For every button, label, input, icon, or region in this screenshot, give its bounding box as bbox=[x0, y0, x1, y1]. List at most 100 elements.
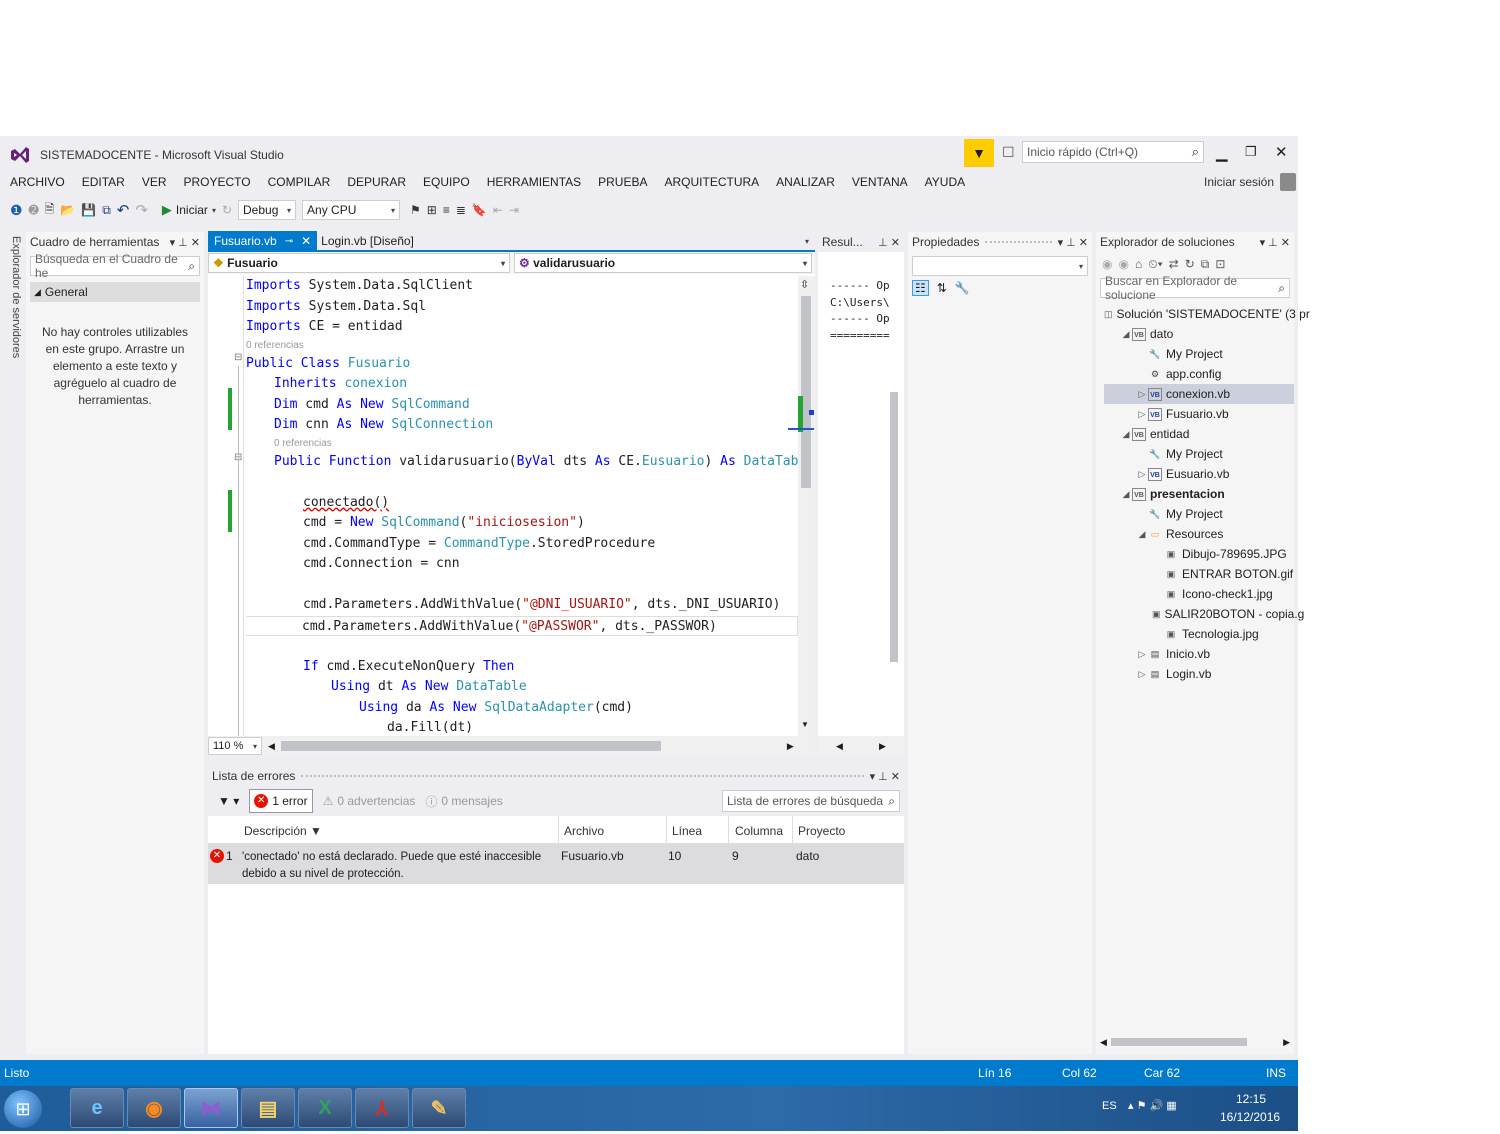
tab-login-design[interactable]: Login.vb [Diseño] bbox=[317, 231, 418, 251]
property-pages-icon[interactable]: 🔧 bbox=[955, 281, 970, 295]
tree-item[interactable]: ▷ VB Fusuario.vb bbox=[1104, 404, 1294, 424]
menu-editar[interactable]: EDITAR bbox=[82, 175, 125, 189]
expand-icon[interactable]: ▷ bbox=[1136, 649, 1148, 660]
config-dropdown[interactable]: Debug ▾ bbox=[238, 200, 297, 220]
server-explorer-tab[interactable]: Explorador de servidores bbox=[0, 232, 22, 372]
tree-item[interactable]: ▷ ▤ Inicio.vb bbox=[1104, 644, 1294, 664]
tree-item[interactable]: 🔧 My Project bbox=[1104, 504, 1294, 524]
language-indicator[interactable]: ES bbox=[1102, 1100, 1117, 1112]
tree-item[interactable]: 🔧 My Project bbox=[1104, 344, 1294, 364]
firefox-icon[interactable]: ◉ bbox=[127, 1088, 181, 1128]
toolbox-pin-close-icon[interactable]: ▾ ⊥ ✕ bbox=[170, 236, 200, 249]
menu-analizar[interactable]: ANALIZAR bbox=[776, 175, 835, 189]
comment-icon[interactable]: ≡ bbox=[443, 203, 450, 217]
expand-icon[interactable]: ▷ bbox=[1136, 669, 1148, 680]
close-button[interactable]: ✕ bbox=[1275, 143, 1288, 161]
visual-studio-taskbar-icon[interactable]: ⋈ bbox=[184, 1088, 238, 1128]
references-hint[interactable]: 0 referencias bbox=[246, 338, 798, 354]
scroll-thumb[interactable] bbox=[801, 296, 811, 488]
output-pin-close-icon[interactable]: ⊥ ✕ bbox=[878, 236, 900, 249]
alphabetical-icon[interactable]: ⇅ bbox=[937, 281, 947, 295]
output-hscroll[interactable]: ◀ ▶ bbox=[818, 736, 904, 756]
se-pin-close-icon[interactable]: ▾ ⊥ ✕ bbox=[1260, 236, 1290, 249]
platform-dropdown[interactable]: Any CPU ▾ bbox=[302, 200, 401, 220]
tree-item[interactable]: ▷ VB conexion.vb bbox=[1104, 384, 1294, 404]
menu-depurar[interactable]: DEPURAR bbox=[347, 175, 406, 189]
internet-explorer-icon[interactable]: e bbox=[70, 1088, 124, 1128]
next-bookmark-icon[interactable]: ⇥ bbox=[509, 203, 519, 217]
expand-icon[interactable]: ◢ bbox=[1136, 529, 1148, 540]
tab-overflow-icon[interactable]: ▾ bbox=[805, 237, 809, 246]
menu-prueba[interactable]: PRUEBA bbox=[598, 175, 647, 189]
se-hscroll[interactable]: ◀ ▶ bbox=[1100, 1034, 1290, 1050]
expand-icon[interactable]: ◢ bbox=[1120, 429, 1132, 440]
close-tab-icon[interactable]: ✕ bbox=[301, 234, 311, 248]
menu-ayuda[interactable]: AYUDA bbox=[925, 175, 965, 189]
filter-icon[interactable]: ▼ ▾ bbox=[218, 794, 239, 808]
sign-in[interactable]: Iniciar sesión bbox=[1204, 173, 1297, 191]
tree-item[interactable]: ◢ VB presentacion bbox=[1104, 484, 1294, 504]
pending-changes-icon[interactable]: ⏲▾ bbox=[1148, 257, 1162, 272]
start-button[interactable]: ▶ Iniciar ▾ bbox=[162, 202, 216, 218]
solution-search-input[interactable]: Buscar en Explorador de solucione ⌕ bbox=[1100, 274, 1290, 302]
paint-icon[interactable]: ✎ bbox=[412, 1088, 466, 1128]
tray-icons[interactable]: ▴ ⚑ 🔊 ▦ bbox=[1128, 1099, 1177, 1112]
clock-time[interactable]: 12:15 bbox=[1236, 1092, 1266, 1106]
menu-ventana[interactable]: VENTANA bbox=[852, 175, 908, 189]
error-list-pin-close-icon[interactable]: ▾ ⊥ ✕ bbox=[870, 770, 900, 783]
sync-icon[interactable]: ⇄ bbox=[1169, 257, 1179, 271]
collapse-class-icon[interactable]: ⊟ bbox=[234, 352, 242, 363]
menu-compilar[interactable]: COMPILAR bbox=[268, 175, 331, 189]
tree-item[interactable]: ◢ VB entidad bbox=[1104, 424, 1294, 444]
properties-object-dropdown[interactable]: ▾ bbox=[912, 256, 1088, 276]
tree-item[interactable]: ▷ ▤ Login.vb bbox=[1104, 664, 1294, 684]
split-icon[interactable]: ⇳ bbox=[800, 278, 809, 291]
redo-icon[interactable]: ↷ bbox=[135, 201, 148, 219]
back-icon[interactable]: ❶ bbox=[10, 202, 23, 219]
forward-icon[interactable]: ➋ bbox=[29, 203, 39, 217]
clock-date[interactable]: 16/12/2016 bbox=[1220, 1110, 1280, 1124]
member-dropdown[interactable]: ⚙ validarusuario ▾ bbox=[514, 253, 812, 273]
undo-icon[interactable]: ↶ bbox=[117, 201, 130, 219]
error-row[interactable]: ✕ 1 'conectado' no está declarado. Puede… bbox=[208, 844, 904, 884]
menu-ver[interactable]: VER bbox=[142, 175, 167, 189]
column-header-file[interactable]: Archivo bbox=[564, 824, 604, 838]
expand-icon[interactable]: ▷ bbox=[1136, 469, 1148, 480]
notification-icon[interactable]: ▼ bbox=[964, 139, 994, 167]
scroll-down-icon[interactable]: ▼ bbox=[801, 720, 809, 729]
menu-proyecto[interactable]: PROYECTO bbox=[184, 175, 251, 189]
expand-icon[interactable]: ◢ bbox=[1120, 329, 1132, 340]
column-header-line[interactable]: Línea bbox=[672, 824, 702, 838]
feedback-icon[interactable]: ☐ bbox=[1002, 144, 1015, 161]
tree-item[interactable]: ◫ Solución 'SISTEMADOCENTE' (3 pr bbox=[1104, 304, 1310, 324]
expand-icon[interactable]: ▷ bbox=[1136, 389, 1148, 400]
save-all-icon[interactable]: ⧉ bbox=[102, 203, 111, 218]
references-hint[interactable]: 0 referencias bbox=[246, 436, 798, 452]
tree-item[interactable]: ▣ Icono-check1.jpg bbox=[1104, 584, 1294, 604]
errors-toggle[interactable]: ✕ 1 error bbox=[249, 789, 313, 813]
toolbox-group-general[interactable]: ◢ General bbox=[30, 282, 200, 302]
tree-item[interactable]: 🔧 My Project bbox=[1104, 444, 1294, 464]
minimize-button[interactable]: ▁ bbox=[1216, 144, 1228, 162]
code-area[interactable]: Imports System.Data.SqlClient Imports Sy… bbox=[246, 276, 798, 736]
tree-item[interactable]: ▷ VB Eusuario.vb bbox=[1104, 464, 1294, 484]
scroll-left-icon[interactable]: ◀ bbox=[268, 741, 275, 752]
back-icon[interactable]: ◉ bbox=[1102, 257, 1112, 271]
find-in-files-icon[interactable]: ⚑ bbox=[410, 203, 421, 217]
prev-bookmark-icon[interactable]: ⇤ bbox=[493, 203, 503, 217]
forward-icon[interactable]: ◉ bbox=[1118, 257, 1128, 271]
error-search-input[interactable]: Lista de errores de búsqueda ⌕ bbox=[722, 790, 900, 812]
collapse-all-icon[interactable]: ⧉ bbox=[1201, 257, 1210, 272]
messages-toggle[interactable]: ⓘ 0 mensajes bbox=[425, 793, 502, 810]
home-icon[interactable]: ⌂ bbox=[1135, 257, 1142, 271]
scroll-right-icon[interactable]: ▶ bbox=[787, 741, 794, 752]
pin-icon[interactable]: ⊸ bbox=[285, 236, 293, 247]
show-all-files-icon[interactable]: ⊡ bbox=[1215, 257, 1225, 271]
tree-item[interactable]: ◢ ▭ Resources bbox=[1104, 524, 1294, 544]
menu-herramientas[interactable]: HERRAMIENTAS bbox=[487, 175, 581, 189]
save-icon[interactable]: 💾 bbox=[81, 203, 96, 217]
open-file-icon[interactable]: 📂 bbox=[60, 203, 75, 217]
file-explorer-icon[interactable]: ▤ bbox=[241, 1088, 295, 1128]
expand-icon[interactable]: ▷ bbox=[1136, 409, 1148, 420]
acrobat-icon[interactable]: ⅄ bbox=[355, 1088, 409, 1128]
